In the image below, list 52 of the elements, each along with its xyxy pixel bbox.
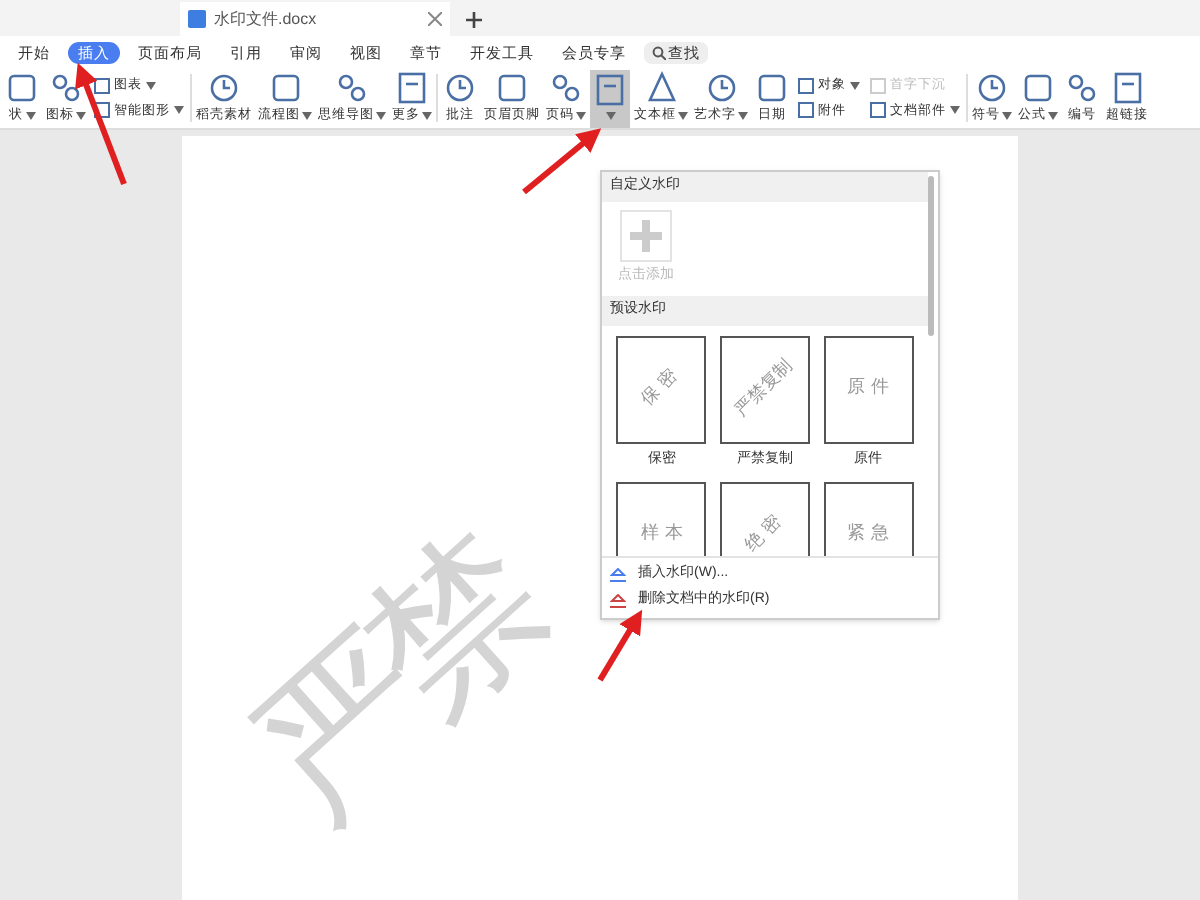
- caret-icon: [605, 112, 615, 120]
- ribbon-icon: [206, 70, 242, 107]
- search-icon: [652, 45, 666, 59]
- new-tab-icon[interactable]: [466, 12, 482, 28]
- ribbon-icon: [1064, 70, 1100, 107]
- watermark-icon: [610, 568, 626, 582]
- tab-title: 水印文件.docx: [214, 7, 317, 31]
- scrollbar[interactable]: [928, 176, 934, 336]
- ribbon-button[interactable]: [590, 69, 630, 127]
- ribbon-icon: [592, 72, 628, 108]
- caret-icon: [25, 112, 35, 120]
- caret-icon: [76, 112, 86, 120]
- ribbon-icon: [1020, 70, 1056, 107]
- caret-icon: [576, 112, 586, 120]
- caret-icon: [1002, 112, 1012, 120]
- ribbon-icon: [703, 70, 739, 107]
- plus-icon: [630, 219, 662, 251]
- preview-text: 严禁复制: [730, 354, 799, 424]
- preview-text: 绝 密: [740, 511, 788, 556]
- caret-icon: [678, 112, 688, 120]
- caret-icon: [146, 81, 156, 90]
- caret-icon: [950, 106, 960, 115]
- close-icon[interactable]: [428, 12, 442, 26]
- ribbon-icon: [1109, 70, 1145, 107]
- ribbon-icon: [494, 70, 530, 107]
- caret-icon: [850, 81, 860, 90]
- ribbon-icon: [974, 70, 1010, 107]
- ribbon-icon: [267, 70, 303, 107]
- ribbon-icon: [334, 70, 370, 107]
- annotation-arrow: [75, 62, 127, 186]
- ribbon-icon: [394, 70, 430, 107]
- ribbon-icon: [643, 70, 679, 107]
- annotation-arrow: [522, 128, 602, 195]
- document-icon: [188, 10, 206, 28]
- watermark-icon: [610, 594, 626, 608]
- ribbon-icon: [754, 70, 790, 107]
- caret-icon: [738, 112, 748, 120]
- annotation-arrow: [597, 609, 643, 682]
- caret-icon: [422, 112, 432, 120]
- ribbon-icon: [4, 70, 40, 107]
- preview-text: 样 本: [640, 522, 683, 549]
- caret-icon: [174, 106, 184, 115]
- document-tab[interactable]: 水印文件.docx: [180, 2, 450, 36]
- caret-icon: [1048, 112, 1058, 120]
- ribbon-icon: [548, 70, 584, 107]
- ribbon-icon: [48, 70, 84, 107]
- preview-text: 保 密: [637, 364, 685, 414]
- preview-text: 紧 急: [847, 522, 890, 549]
- caret-icon: [376, 112, 386, 120]
- caret-icon: [302, 112, 312, 120]
- ribbon-icon: [442, 70, 478, 107]
- preview-text: 原 件: [847, 375, 890, 402]
